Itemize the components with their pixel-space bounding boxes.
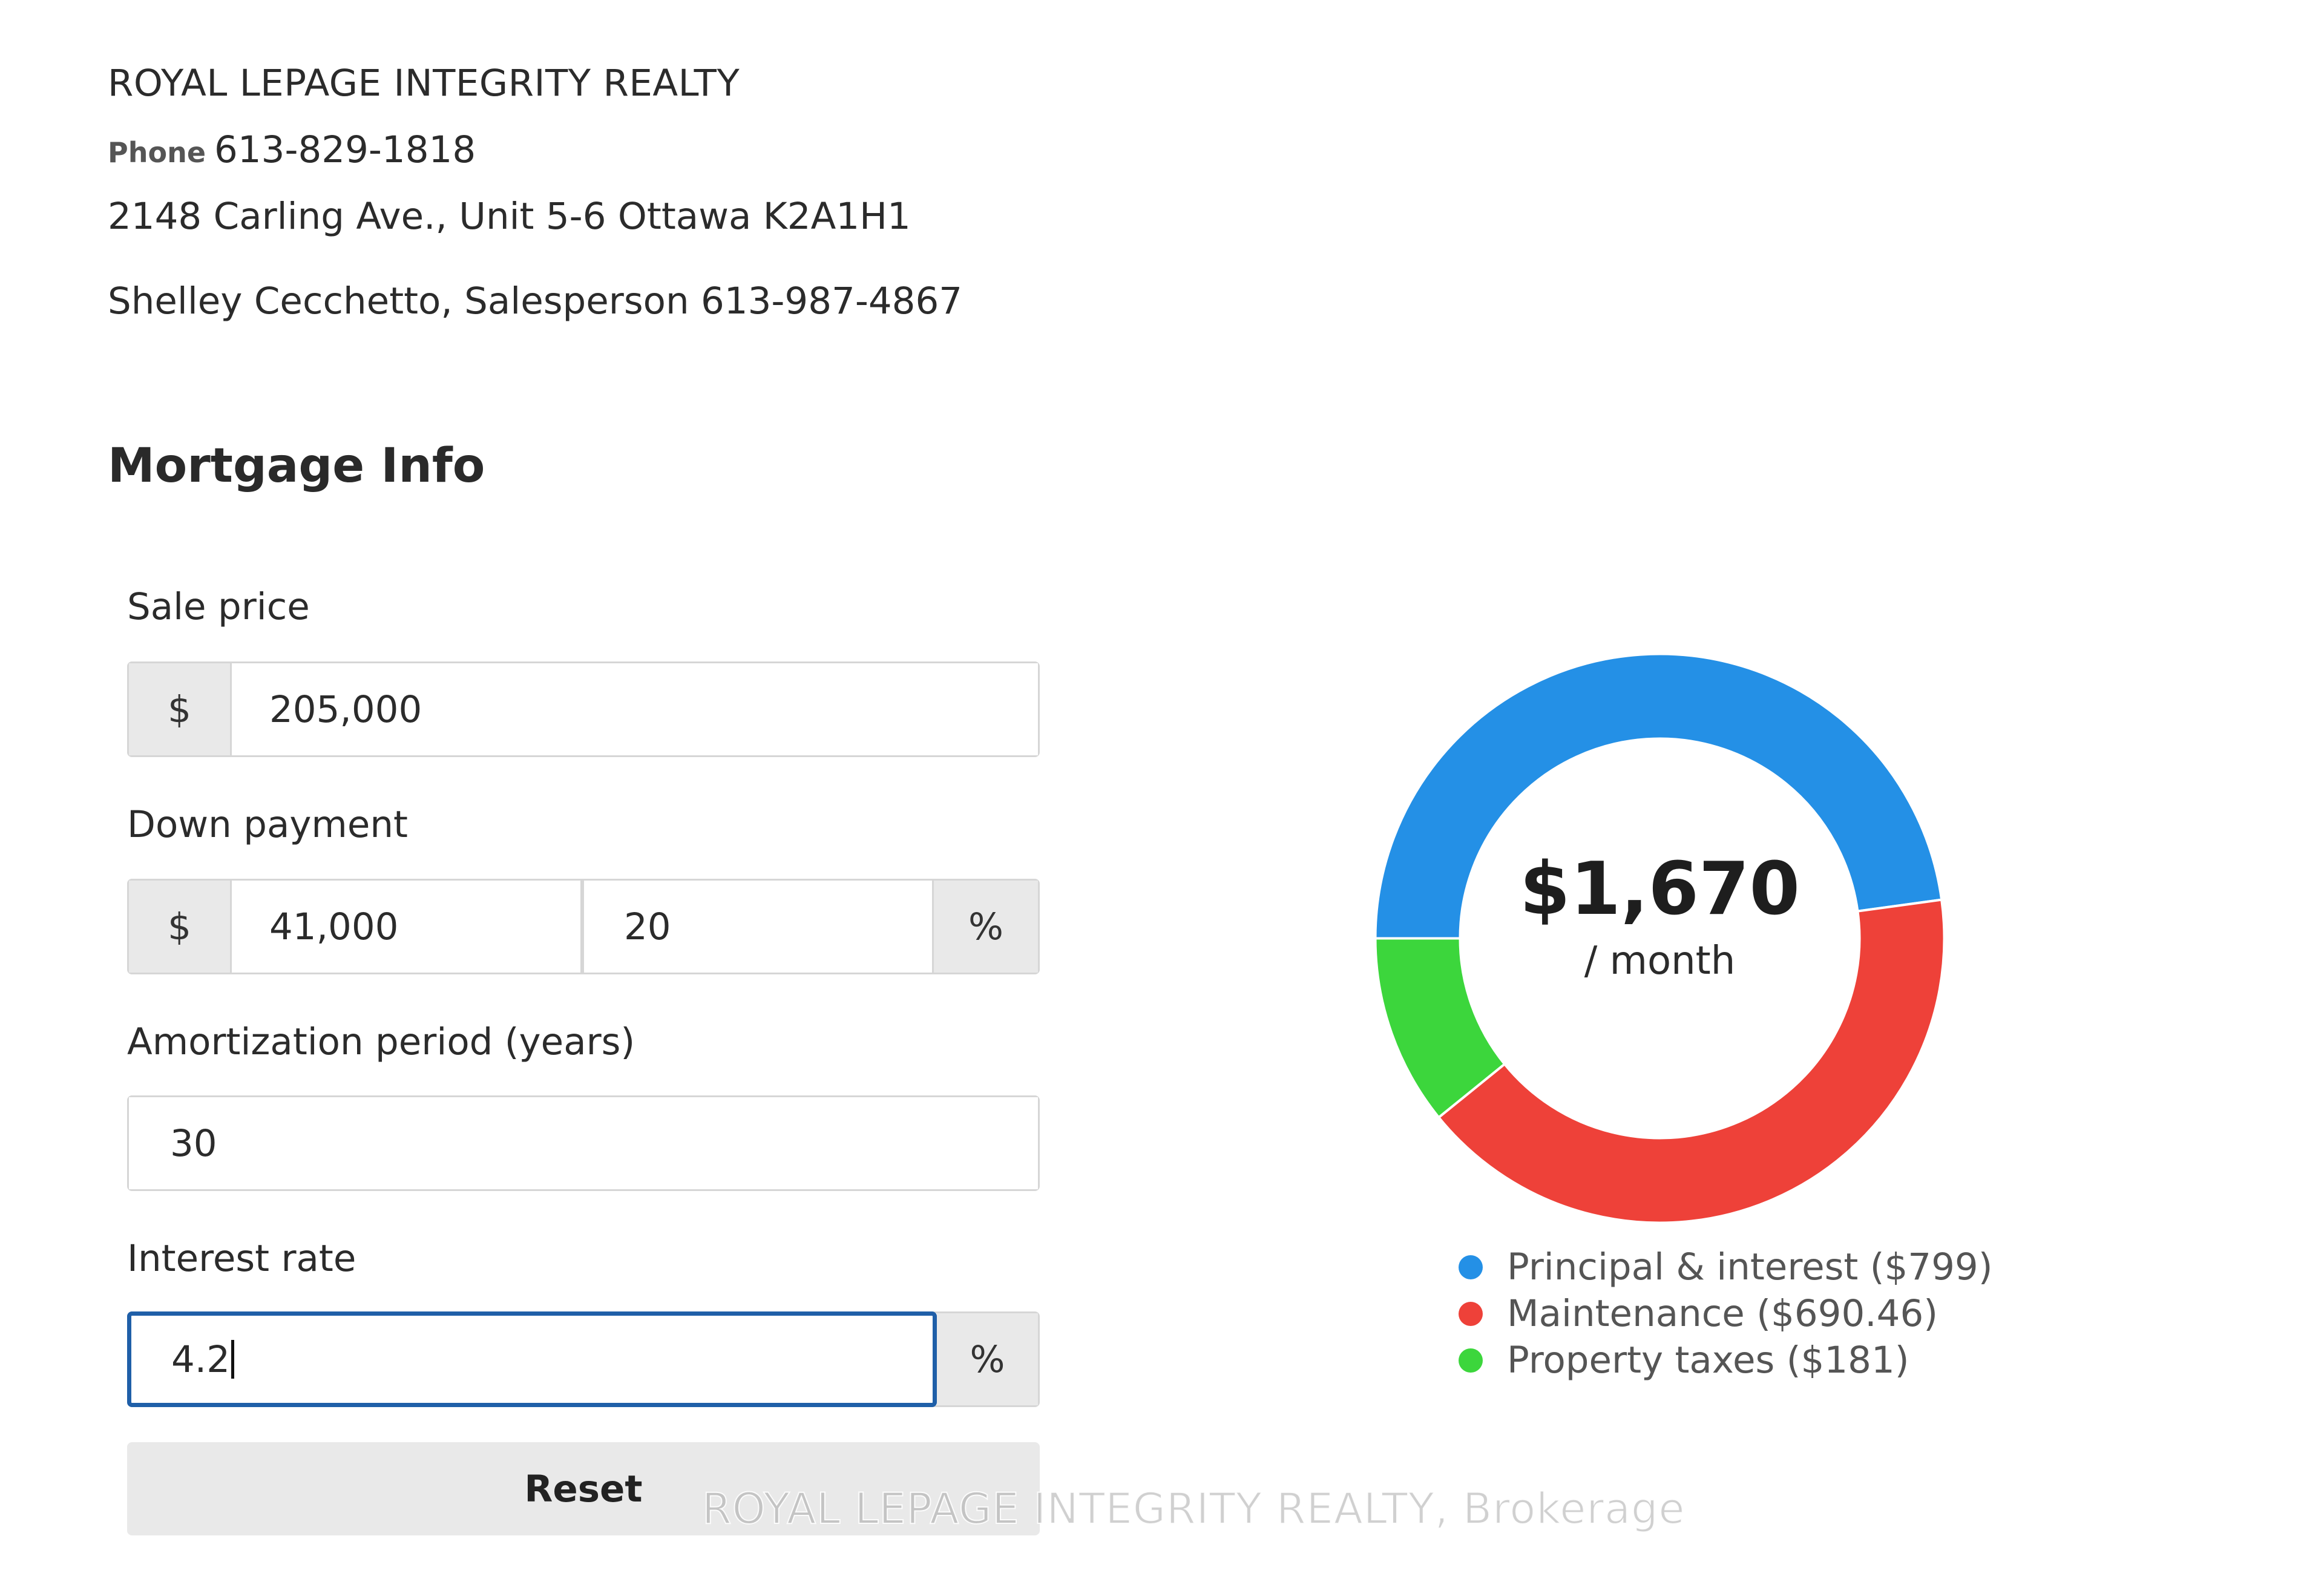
brokerage-address: 2148 Carling Ave., Unit 5-6 Ottawa K2A1H… [108,195,911,238]
agent-info: Shelley Cecchetto, Salesperson 613-987-4… [108,280,963,323]
interest-rate-value: 4.2 [171,1337,231,1381]
legend-label: Property taxes ($181) [1507,1339,1909,1382]
legend-label: Principal & interest ($799) [1507,1246,1993,1288]
sale-price-input[interactable]: 205,000 [232,663,1038,755]
legend-dot-icon [1459,1348,1483,1373]
monthly-payment-amount: $1,670 [1519,847,1800,931]
down-payment-label: Down payment [127,803,408,846]
legend-label: Maintenance ($690.46) [1507,1292,1938,1335]
interest-rate-label: Interest rate [127,1237,356,1280]
percent-addon: % [937,1313,1038,1405]
watermark: ROYAL LEPAGE INTEGRITY REALTY, Brokerage [701,1483,1686,1534]
chart-legend: Principal & interest ($799) Maintenance (… [1459,1244,1993,1383]
legend-dot-icon [1459,1255,1483,1279]
monthly-payment-unit: / month [1584,939,1736,983]
legend-item[interactable]: Maintenance ($690.46) [1459,1290,1993,1337]
mortgage-info-title: Mortgage Info [108,439,485,493]
sale-price-group: $ 205,000 [127,661,1040,757]
down-payment-group: $ 41,000 20 % [127,879,1040,974]
legend-dot-icon [1459,1301,1483,1326]
currency-addon: $ [129,881,232,973]
legend-item[interactable]: Property taxes ($181) [1459,1337,1993,1383]
percent-addon: % [934,881,1038,973]
text-cursor [231,1340,235,1379]
brokerage-name: ROYAL LEPAGE INTEGRITY REALTY [108,62,740,105]
interest-rate-group: 4.2 % [127,1311,1040,1407]
phone-number[interactable]: 613-829-1818 [214,128,476,171]
sale-price-label: Sale price [127,585,310,628]
brokerage-phone-line: Phone 613-829-1818 [108,126,476,177]
amortization-label: Amortization period (years) [127,1020,635,1063]
amortization-group: 30 [127,1095,1040,1191]
legend-item[interactable]: Principal & interest ($799) [1459,1244,1993,1290]
down-payment-amount-input[interactable]: 41,000 [232,881,584,973]
amortization-input[interactable]: 30 [129,1097,1038,1189]
down-payment-percent-input[interactable]: 20 [584,881,934,973]
interest-rate-input[interactable]: 4.2 [127,1311,937,1407]
currency-addon: $ [129,663,232,755]
phone-label: Phone [108,136,206,169]
